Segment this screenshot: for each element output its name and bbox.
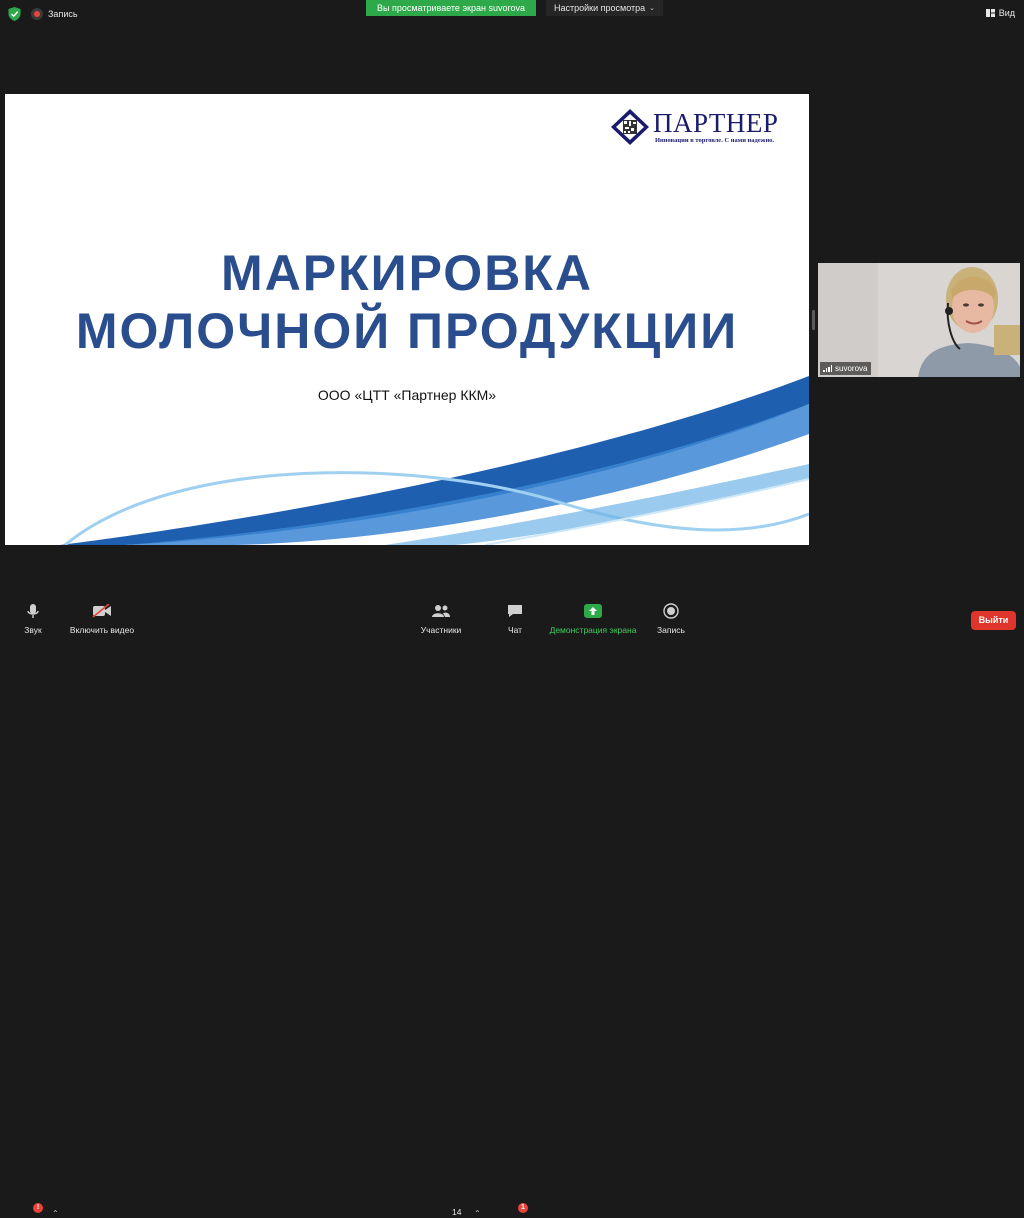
- meeting-toolbar: Звук ! ⌃ Включить видео Участники 14 ⌃ Ч…: [0, 600, 1024, 1218]
- participant-video-tile[interactable]: suvorova: [818, 263, 1020, 377]
- view-settings-label: Настройки просмотра: [554, 3, 646, 13]
- participant-name-label: suvorova: [820, 362, 872, 375]
- screen-share-banner: Вы просматриваете экран suvorova: [366, 0, 536, 16]
- participants-label: Участники: [420, 625, 462, 635]
- leave-meeting-button[interactable]: Выйти: [971, 611, 1016, 630]
- chat-unread-badge: 1: [518, 1203, 528, 1213]
- chat-icon: [508, 605, 522, 617]
- participant-name: suvorova: [835, 364, 868, 373]
- view-label: Вид: [998, 8, 1015, 18]
- chat-button[interactable]: Чат: [503, 600, 527, 639]
- view-icon: [985, 9, 995, 17]
- record-button-icon: [663, 603, 679, 619]
- audio-options-caret[interactable]: ⌃: [52, 1209, 59, 1218]
- share-screen-label: Демонстрация экрана: [549, 625, 637, 635]
- recording-indicator[interactable]: Запись: [31, 7, 78, 21]
- microphone-icon: [27, 604, 39, 618]
- logo-emblem-icon: [611, 109, 649, 145]
- view-button[interactable]: Вид: [985, 8, 1015, 18]
- video-label: Включить видео: [69, 625, 135, 635]
- start-video-button[interactable]: Включить видео: [68, 600, 136, 639]
- share-screen-icon: [584, 604, 602, 618]
- shield-icon[interactable]: [8, 7, 21, 21]
- slide-title: МАРКИРОВКА МОЛОЧНОЙ ПРОДУКЦИИ: [5, 244, 809, 360]
- audio-warning-badge: !: [33, 1203, 43, 1213]
- logo-name: ПАРТНЕР: [653, 108, 779, 138]
- shared-screen: ПАРТНЕР Инновации в торговле. С нами над…: [5, 94, 809, 545]
- slide-subtitle: ООО «ЦТТ «Партнер ККМ»: [317, 387, 497, 403]
- audio-button[interactable]: Звук: [20, 600, 46, 639]
- participants-options-caret[interactable]: ⌃: [474, 1209, 481, 1218]
- logo-tagline: Инновации в торговле. С нами надежно.: [655, 137, 775, 144]
- top-bar: Запись Вы просматриваете экран suvorova …: [0, 0, 1024, 28]
- partner-logo: ПАРТНЕР Инновации в торговле. С нами над…: [611, 107, 801, 147]
- participants-icon: [432, 605, 450, 617]
- video-off-icon: [92, 604, 111, 618]
- participant-video: [818, 263, 1020, 377]
- panel-splitter-handle[interactable]: [812, 310, 815, 330]
- participants-count: 14: [452, 1207, 462, 1217]
- slide-title-line-2: МОЛОЧНОЙ ПРОДУКЦИИ: [75, 303, 739, 359]
- participants-button[interactable]: Участники: [418, 600, 464, 639]
- record-label: Запись: [657, 625, 685, 635]
- share-screen-button[interactable]: Демонстрация экрана: [548, 600, 638, 639]
- signal-strength-icon: [823, 365, 832, 372]
- record-icon: [31, 8, 43, 20]
- record-button[interactable]: Запись: [655, 600, 687, 639]
- recording-label: Запись: [48, 9, 78, 19]
- audio-label: Звук: [24, 625, 42, 635]
- view-settings-button[interactable]: Настройки просмотра ⌄: [546, 0, 664, 16]
- slide-title-line-1: МАРКИРОВКА: [221, 245, 593, 301]
- chevron-down-icon: ⌄: [649, 5, 656, 12]
- chat-label: Чат: [507, 625, 523, 635]
